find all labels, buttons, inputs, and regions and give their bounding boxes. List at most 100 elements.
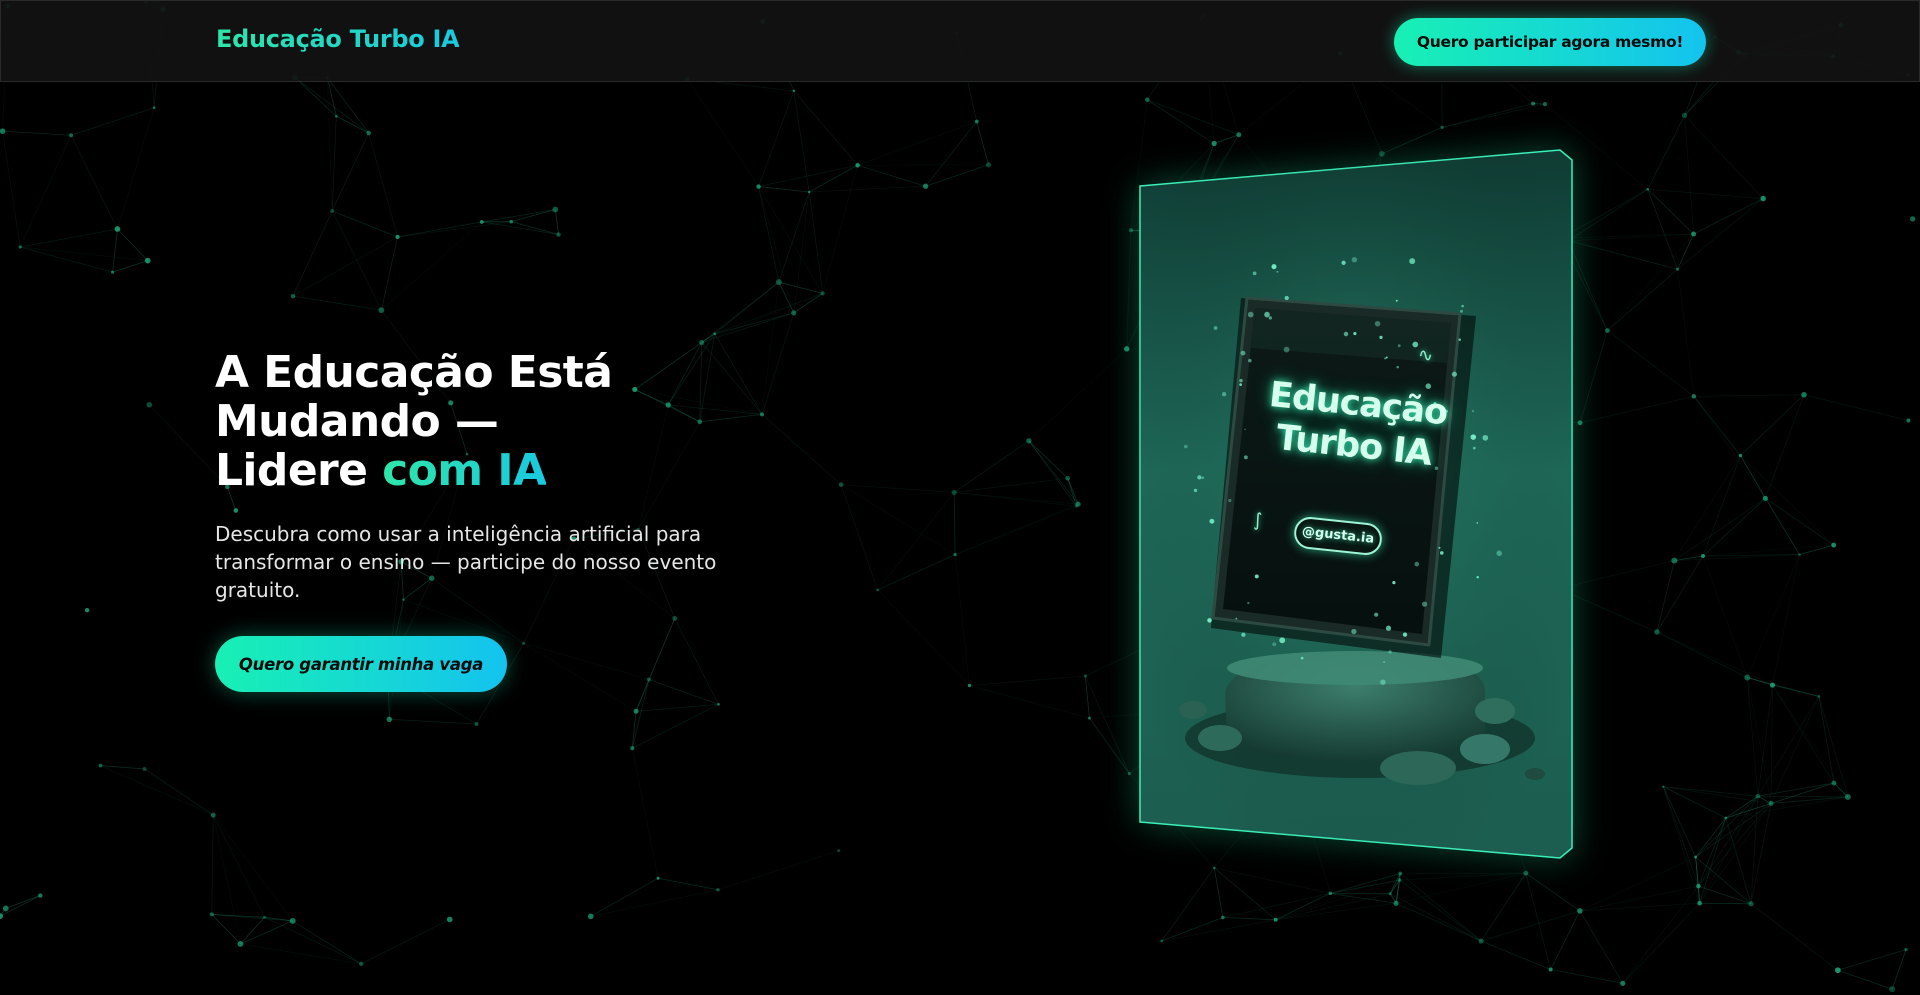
brand-logo-text[interactable]: Educação Turbo IA bbox=[216, 25, 460, 53]
sparkle-dot bbox=[1276, 270, 1279, 273]
network-dot bbox=[1075, 501, 1081, 507]
network-dot bbox=[1738, 453, 1743, 458]
network-line bbox=[1757, 782, 1835, 797]
network-dot bbox=[1910, 216, 1916, 222]
network-line bbox=[1674, 498, 1766, 561]
network-line bbox=[1028, 348, 1128, 442]
sparkle-dot bbox=[1392, 581, 1396, 585]
header-participate-button[interactable]: Quero participar agora mesmo! bbox=[1394, 18, 1706, 66]
network-line bbox=[381, 221, 483, 311]
network-dot bbox=[1127, 772, 1131, 776]
network-dot bbox=[2, 905, 9, 912]
network-line bbox=[20, 246, 148, 262]
network-line bbox=[331, 116, 337, 212]
sparkle-dot bbox=[1473, 446, 1476, 450]
network-line bbox=[292, 920, 362, 965]
network-line bbox=[877, 554, 956, 591]
network-line bbox=[1891, 949, 1907, 990]
network-dot bbox=[1026, 438, 1032, 444]
sparkle-dot bbox=[1396, 365, 1399, 369]
network-line bbox=[336, 115, 369, 134]
sparkle-dot bbox=[1434, 466, 1439, 470]
network-line bbox=[840, 484, 879, 591]
network-dot bbox=[114, 226, 121, 232]
sparkle-dot bbox=[1183, 444, 1188, 449]
sparkle-dot bbox=[1248, 358, 1252, 363]
network-dot bbox=[330, 208, 335, 214]
network-dot bbox=[1744, 674, 1751, 681]
sparkle-dot bbox=[1300, 656, 1304, 660]
network-line bbox=[1772, 684, 1835, 784]
network-line bbox=[701, 281, 780, 343]
network-dot bbox=[366, 130, 371, 136]
rock bbox=[1179, 701, 1207, 719]
network-line bbox=[1770, 685, 1773, 804]
network-line bbox=[1442, 103, 1546, 128]
network-line bbox=[1699, 795, 1759, 904]
network-dot bbox=[1646, 188, 1649, 191]
network-dot bbox=[699, 339, 705, 345]
network-dot bbox=[1831, 780, 1837, 786]
network-line bbox=[758, 186, 824, 294]
network-dot bbox=[1620, 980, 1626, 986]
sparkle-dot bbox=[1471, 409, 1475, 413]
network-dot bbox=[509, 219, 514, 224]
network-line bbox=[1698, 885, 1752, 905]
network-line bbox=[240, 920, 293, 945]
network-dot bbox=[1124, 346, 1130, 352]
network-dots bbox=[0, 0, 1916, 993]
network-line bbox=[717, 850, 839, 891]
sparkle-dot bbox=[1197, 475, 1202, 480]
network-line bbox=[1275, 873, 1401, 921]
sparkle-dot bbox=[1209, 518, 1215, 524]
network-line bbox=[1765, 394, 1805, 499]
network-dot bbox=[1065, 475, 1071, 481]
network-dot bbox=[69, 133, 74, 138]
network-line bbox=[117, 107, 155, 230]
network-dot bbox=[1755, 793, 1761, 799]
network-line bbox=[1275, 879, 1400, 921]
network-line bbox=[331, 132, 370, 212]
network-dot bbox=[1801, 391, 1807, 398]
network-dot bbox=[1906, 418, 1911, 423]
network-dot bbox=[209, 912, 214, 917]
network-dot bbox=[713, 332, 717, 336]
network-dot bbox=[1212, 866, 1216, 870]
network-line bbox=[294, 77, 337, 117]
network-line bbox=[1702, 498, 1766, 557]
network-line bbox=[1747, 677, 1819, 697]
network-dot bbox=[1694, 855, 1698, 859]
network-line bbox=[144, 768, 214, 816]
network-dot bbox=[756, 184, 761, 189]
rock bbox=[1525, 768, 1545, 780]
network-line bbox=[1579, 856, 1696, 912]
network-line bbox=[331, 210, 398, 238]
network-line bbox=[1622, 902, 1700, 984]
network-line bbox=[264, 916, 362, 965]
sparkle-dot bbox=[1379, 335, 1383, 340]
sparkle-dot bbox=[1213, 326, 1218, 330]
rock bbox=[1475, 698, 1515, 724]
network-line bbox=[1695, 795, 1759, 858]
network-dot bbox=[587, 913, 594, 920]
network-line bbox=[397, 221, 482, 238]
network-line bbox=[1698, 795, 1759, 887]
network-line bbox=[1647, 188, 1764, 199]
network-line bbox=[954, 503, 1079, 555]
network-line bbox=[1684, 115, 1695, 235]
network-line bbox=[1677, 233, 1694, 270]
network-line bbox=[808, 164, 858, 193]
network-line bbox=[240, 943, 362, 965]
network-dot bbox=[672, 615, 678, 621]
network-dot bbox=[1542, 102, 1548, 107]
hero-guarantee-spot-button[interactable]: Quero garantir minha vaga bbox=[215, 636, 507, 692]
network-dot bbox=[1478, 938, 1484, 944]
network-dot bbox=[1088, 716, 1091, 720]
network-line bbox=[714, 293, 823, 335]
hero-title-line-3: Lidere com IA bbox=[215, 446, 775, 495]
network-line bbox=[701, 293, 823, 343]
sparkle-dot bbox=[1385, 356, 1388, 359]
network-line bbox=[327, 77, 333, 212]
network-line bbox=[1607, 233, 1694, 331]
sparkle-dot bbox=[1383, 661, 1386, 664]
